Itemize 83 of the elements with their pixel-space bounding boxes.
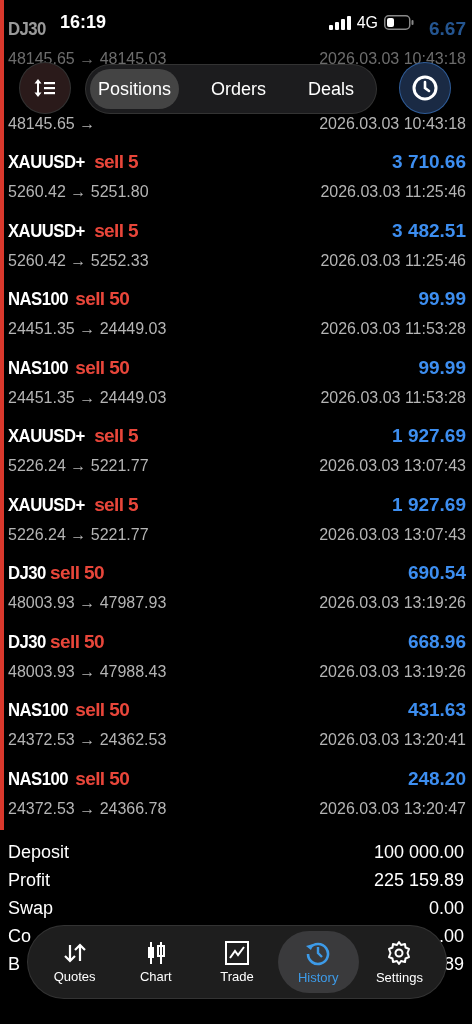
deal-side: sell 5 bbox=[94, 151, 139, 172]
price-range: 48003.93 → 47988.43 bbox=[8, 662, 167, 681]
price-range: 48145.65 → bbox=[8, 114, 96, 133]
status-time: 16:19 bbox=[60, 12, 107, 33]
deal-time: 2026.03.03 13:20:47 bbox=[319, 799, 466, 818]
deal-side: sell 5 bbox=[94, 219, 139, 241]
symbol-label: XAUUSD+ bbox=[8, 219, 85, 242]
deal-side: sell 5 bbox=[94, 493, 139, 515]
profit-value: 248.20 bbox=[407, 767, 466, 790]
price-range: 24451.35 → 24449.03 bbox=[8, 388, 167, 407]
profit-value: 3 482.51 bbox=[392, 219, 466, 242]
symbol-label: XAUUSD+ bbox=[8, 493, 85, 516]
price-range: 24372.53 → 24362.53 bbox=[8, 731, 167, 749]
profit-value: 690.54 bbox=[407, 562, 466, 584]
summary-label: Swap bbox=[8, 897, 54, 919]
deal-side: sell 50 bbox=[75, 767, 130, 789]
deal-side: sell 50 bbox=[75, 699, 130, 720]
sort-button[interactable] bbox=[20, 63, 70, 113]
gear-icon bbox=[386, 939, 413, 966]
deal-time: 2026.03.03 10:43:18 bbox=[319, 50, 466, 68]
battery-icon bbox=[384, 15, 414, 30]
deal-side: sell 50 bbox=[75, 288, 130, 309]
symbol-label: DJ30 bbox=[8, 630, 46, 653]
profit-value: 431.63 bbox=[407, 699, 466, 721]
deal-time: 2026.03.03 11:53:28 bbox=[320, 388, 466, 407]
filter-tab[interactable]: Positions bbox=[90, 69, 180, 109]
deal-time: 2026.03.03 13:19:26 bbox=[319, 662, 466, 681]
deal-time: 2026.03.03 13:19:26 bbox=[319, 594, 466, 612]
sort-icon bbox=[34, 78, 56, 98]
filter-tab[interactable]: Orders bbox=[203, 69, 275, 109]
profit-value: 1 927.69 bbox=[392, 425, 466, 447]
price-range: 5226.24 → 5221.77 bbox=[8, 457, 149, 475]
deal-time: 2026.03.03 13:07:43 bbox=[319, 457, 466, 475]
symbol-label: NAS100 bbox=[8, 288, 69, 310]
filter-tab[interactable]: Deals bbox=[300, 69, 363, 109]
network-label: 4G bbox=[356, 13, 378, 32]
deal-side: sell 50 bbox=[50, 630, 104, 652]
signal-icon bbox=[328, 15, 351, 30]
symbol-label: NAS100 bbox=[8, 356, 69, 379]
symbol-label: DJ30 bbox=[8, 562, 46, 584]
nav-tab[interactable]: Chart bbox=[115, 931, 197, 993]
profit-value: 1 927.69 bbox=[392, 493, 466, 516]
symbol-label: XAUUSD+ bbox=[8, 151, 85, 173]
deal-time: 2026.03.03 11:25:46 bbox=[320, 251, 466, 270]
profit-value: 3 710.66 bbox=[392, 151, 466, 173]
summary-value: 225 159.89 bbox=[373, 869, 464, 891]
symbol-label: DJ30 bbox=[8, 18, 46, 40]
price-range: 48003.93 → 47987.93 bbox=[8, 594, 167, 612]
summary-label: Profit bbox=[8, 869, 50, 891]
nav-tab[interactable]: Trade bbox=[196, 931, 278, 993]
profit-value: 99.99 bbox=[418, 356, 466, 379]
profit-value: 99.99 bbox=[418, 288, 466, 310]
nav-tab[interactable]: Settings bbox=[358, 931, 440, 993]
deal-side: sell 5 bbox=[94, 425, 139, 446]
deal-time: 2026.03.03 11:25:46 bbox=[320, 183, 466, 201]
deal-side: sell 50 bbox=[75, 356, 130, 378]
history-button[interactable] bbox=[400, 63, 450, 113]
price-range: 24372.53 → 24366.78 bbox=[8, 799, 167, 818]
deal-time: 2026.03.03 10:43:18 bbox=[319, 114, 466, 133]
line-chart-icon bbox=[225, 940, 249, 965]
profit-value: 668.96 bbox=[407, 630, 466, 653]
price-range: 5226.24 → 5221.77 bbox=[8, 525, 149, 544]
price-range: 5260.42 → 5252.33 bbox=[8, 251, 149, 270]
nav-tab[interactable]: History bbox=[277, 931, 359, 993]
summary-label: B bbox=[8, 953, 20, 975]
price-range: 5260.42 → 5251.80 bbox=[8, 183, 149, 201]
profit-value: 6.67 bbox=[429, 18, 466, 40]
deal-time: 2026.03.03 11:53:28 bbox=[320, 320, 466, 338]
summary-value: 0.00 bbox=[428, 897, 464, 919]
clock-icon bbox=[412, 75, 438, 101]
summary-value: 100 000.00 bbox=[373, 841, 464, 863]
symbol-label: NAS100 bbox=[8, 767, 69, 790]
summary-label: Deposit bbox=[8, 841, 70, 863]
symbol-label: XAUUSD+ bbox=[8, 425, 85, 447]
deal-time: 2026.03.03 13:07:43 bbox=[319, 525, 466, 544]
price-range: 48145.65 → 48145.03 bbox=[8, 50, 167, 68]
deal-side: sell 50 bbox=[50, 562, 104, 583]
nav-tab[interactable]: Quotes bbox=[34, 931, 116, 993]
price-range: 24451.35 → 24449.03 bbox=[8, 320, 167, 338]
summary-label: Co bbox=[8, 925, 31, 947]
summary-value: .00 bbox=[438, 925, 464, 947]
deal-time: 2026.03.03 13:20:41 bbox=[319, 731, 466, 749]
symbol-label: NAS100 bbox=[8, 699, 69, 721]
